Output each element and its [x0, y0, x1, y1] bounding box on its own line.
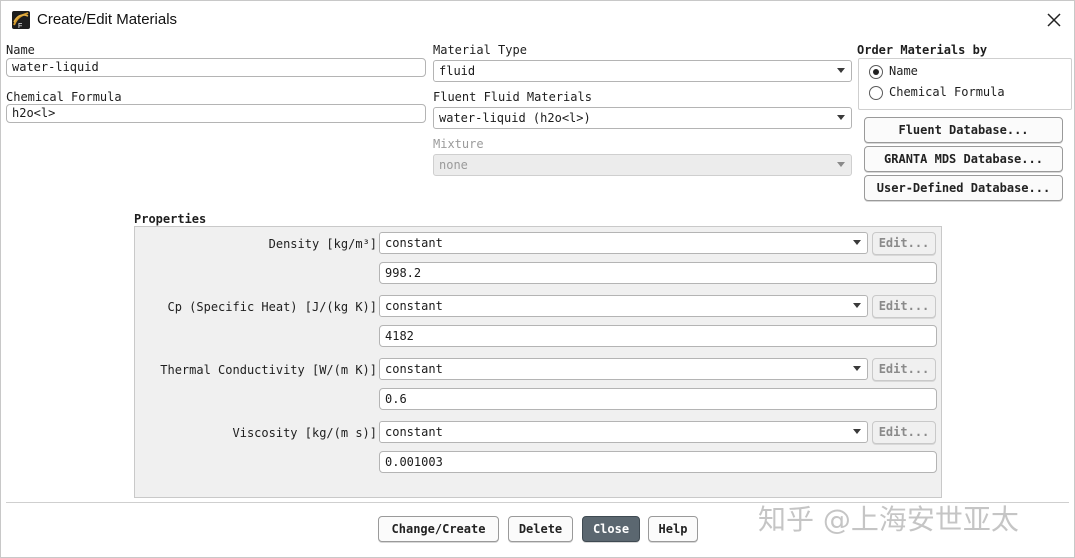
viscosity-edit-button: Edit...: [872, 421, 936, 444]
user-defined-database-button[interactable]: User-Defined Database...: [864, 175, 1063, 201]
density-value-input[interactable]: 998.2: [379, 262, 937, 284]
window-title: Create/Edit Materials: [37, 11, 178, 28]
svg-text:F: F: [18, 23, 22, 29]
chemical-formula-label: Chemical Formula: [6, 90, 122, 104]
properties-panel: Density [kg/m³] constant Edit... 998.2 C…: [134, 226, 942, 498]
material-type-value: fluid: [439, 64, 476, 78]
watermark: 知乎 @上海安世亚太: [758, 503, 1019, 536]
chevron-down-icon: [853, 240, 861, 245]
radio-dot-icon: [873, 69, 879, 75]
cp-method-value: constant: [385, 299, 443, 313]
thermal-conductivity-label: Thermal Conductivity [W/(m K)]: [160, 363, 377, 377]
order-by-formula-label[interactable]: Chemical Formula: [889, 85, 1005, 99]
viscosity-label: Viscosity [kg/(m s)]: [232, 426, 378, 440]
fluent-materials-select[interactable]: water-liquid (h2o<l>): [433, 107, 852, 129]
chevron-down-icon: [853, 366, 861, 371]
create-edit-materials-dialog: F Create/Edit Materials Name water-liqui…: [0, 0, 1075, 558]
thermal-conductivity-method-select[interactable]: constant: [379, 358, 868, 380]
fluent-materials-value: water-liquid (h2o<l>): [439, 111, 591, 125]
chevron-down-icon: [853, 303, 861, 308]
chevron-down-icon: [853, 429, 861, 434]
fluent-app-icon: F: [12, 11, 30, 29]
granta-database-button[interactable]: GRANTA MDS Database...: [864, 146, 1063, 172]
chevron-down-icon: [837, 68, 845, 73]
mixture-value: none: [439, 158, 468, 172]
density-label: Density [kg/m³]: [268, 237, 377, 251]
density-method-select[interactable]: constant: [379, 232, 868, 254]
chemical-formula-input[interactable]: h2o<l>: [6, 104, 426, 123]
help-button[interactable]: Help: [648, 516, 698, 542]
change-create-button[interactable]: Change/Create: [378, 516, 499, 542]
viscosity-method-value: constant: [385, 425, 443, 439]
order-by-group: Name Chemical Formula: [858, 58, 1072, 110]
cp-method-select[interactable]: constant: [379, 295, 868, 317]
fluent-database-button[interactable]: Fluent Database...: [864, 117, 1063, 143]
close-icon[interactable]: [1041, 7, 1067, 33]
thermal-conductivity-method-value: constant: [385, 362, 443, 376]
density-edit-button: Edit...: [872, 232, 936, 255]
fluent-materials-label: Fluent Fluid Materials: [433, 90, 592, 104]
viscosity-method-select[interactable]: constant: [379, 421, 868, 443]
cp-value-input[interactable]: 4182: [379, 325, 937, 347]
material-type-label: Material Type: [433, 43, 527, 57]
viscosity-value-input[interactable]: 0.001003: [379, 451, 937, 473]
order-by-label: Order Materials by: [857, 43, 988, 57]
order-by-name-label[interactable]: Name: [889, 64, 918, 78]
chevron-down-icon: [837, 115, 845, 120]
order-by-name-radio[interactable]: [869, 65, 883, 79]
delete-button[interactable]: Delete: [508, 516, 573, 542]
mixture-select: none: [433, 154, 852, 176]
cp-edit-button: Edit...: [872, 295, 936, 318]
properties-title: Properties: [134, 212, 207, 226]
title-bar: F Create/Edit Materials: [1, 1, 1074, 39]
thermal-conductivity-edit-button: Edit...: [872, 358, 936, 381]
order-by-formula-radio[interactable]: [869, 86, 883, 100]
name-input[interactable]: water-liquid: [6, 58, 426, 77]
close-button[interactable]: Close: [582, 516, 640, 542]
thermal-conductivity-value-input[interactable]: 0.6: [379, 388, 937, 410]
cp-label: Cp (Specific Heat) [J/(kg K)]: [167, 300, 377, 314]
mixture-label: Mixture: [433, 137, 484, 151]
density-method-value: constant: [385, 236, 443, 250]
name-label: Name: [6, 43, 35, 57]
chevron-down-icon: [837, 162, 845, 167]
material-type-select[interactable]: fluid: [433, 60, 852, 82]
